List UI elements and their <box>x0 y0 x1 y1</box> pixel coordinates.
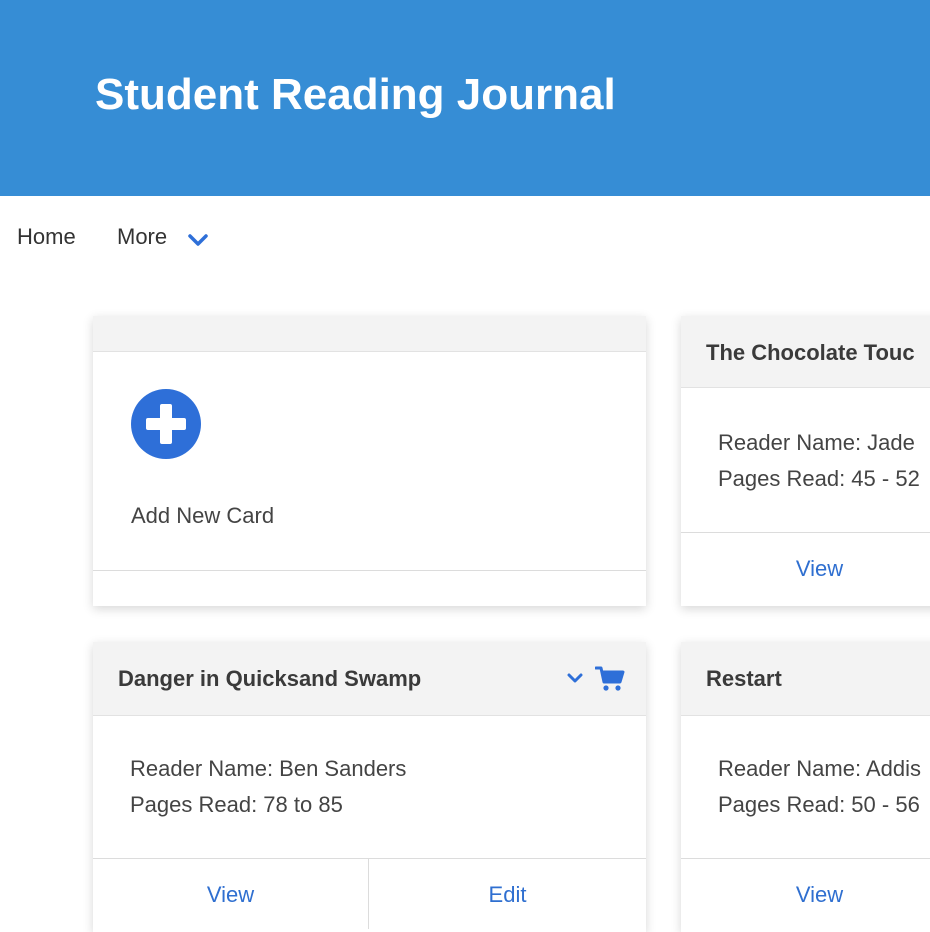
add-card: Add New Card <box>93 316 646 606</box>
card-header: Restart <box>681 642 930 716</box>
reader-name: Reader Name: Jade <box>718 430 915 455</box>
nav-bar: Home More <box>0 196 930 282</box>
card-title: The Chocolate Touc <box>706 340 915 365</box>
card-header <box>93 316 646 352</box>
nav-more-menu[interactable]: More <box>117 224 167 250</box>
pages-read: Pages Read: 50 - 56 <box>718 792 920 817</box>
journal-card: Restart Reader Name: Addis Pages Read: 5… <box>681 642 930 932</box>
card-actions <box>567 666 627 692</box>
nav-home-link[interactable]: Home <box>17 224 76 250</box>
plus-bar <box>160 404 172 444</box>
add-card-label[interactable]: Add New Card <box>131 503 274 529</box>
pages-read: Pages Read: 78 to 85 <box>130 792 343 817</box>
view-button[interactable]: View <box>681 859 930 929</box>
journal-card: Danger in Quicksand Swamp Reader Name: B… <box>93 642 646 932</box>
pages-read: Pages Read: 45 - 52 <box>718 466 920 491</box>
card-footer: View <box>681 532 930 606</box>
reader-name: Reader Name: Addis <box>718 756 921 781</box>
app-header: Student Reading Journal <box>0 0 930 196</box>
view-button[interactable]: View <box>93 859 368 929</box>
page-title: Student Reading Journal <box>95 70 616 119</box>
chevron-down-icon[interactable] <box>187 232 209 248</box>
edit-button[interactable]: Edit <box>369 859 646 929</box>
cart-icon[interactable] <box>595 666 625 692</box>
chevron-down-icon[interactable] <box>567 672 583 684</box>
reader-name: Reader Name: Ben Sanders <box>130 756 407 781</box>
card-title: Danger in Quicksand Swamp <box>118 666 422 691</box>
journal-card: The Chocolate Touc Reader Name: Jade Pag… <box>681 316 930 606</box>
card-header: Danger in Quicksand Swamp <box>93 642 646 716</box>
card-footer: View <box>681 858 930 932</box>
card-footer <box>93 570 646 606</box>
card-footer: View Edit <box>93 858 646 932</box>
card-title: Restart <box>706 666 782 691</box>
card-header: The Chocolate Touc <box>681 316 930 388</box>
plus-circle-icon[interactable] <box>131 389 201 459</box>
view-button[interactable]: View <box>681 533 930 603</box>
